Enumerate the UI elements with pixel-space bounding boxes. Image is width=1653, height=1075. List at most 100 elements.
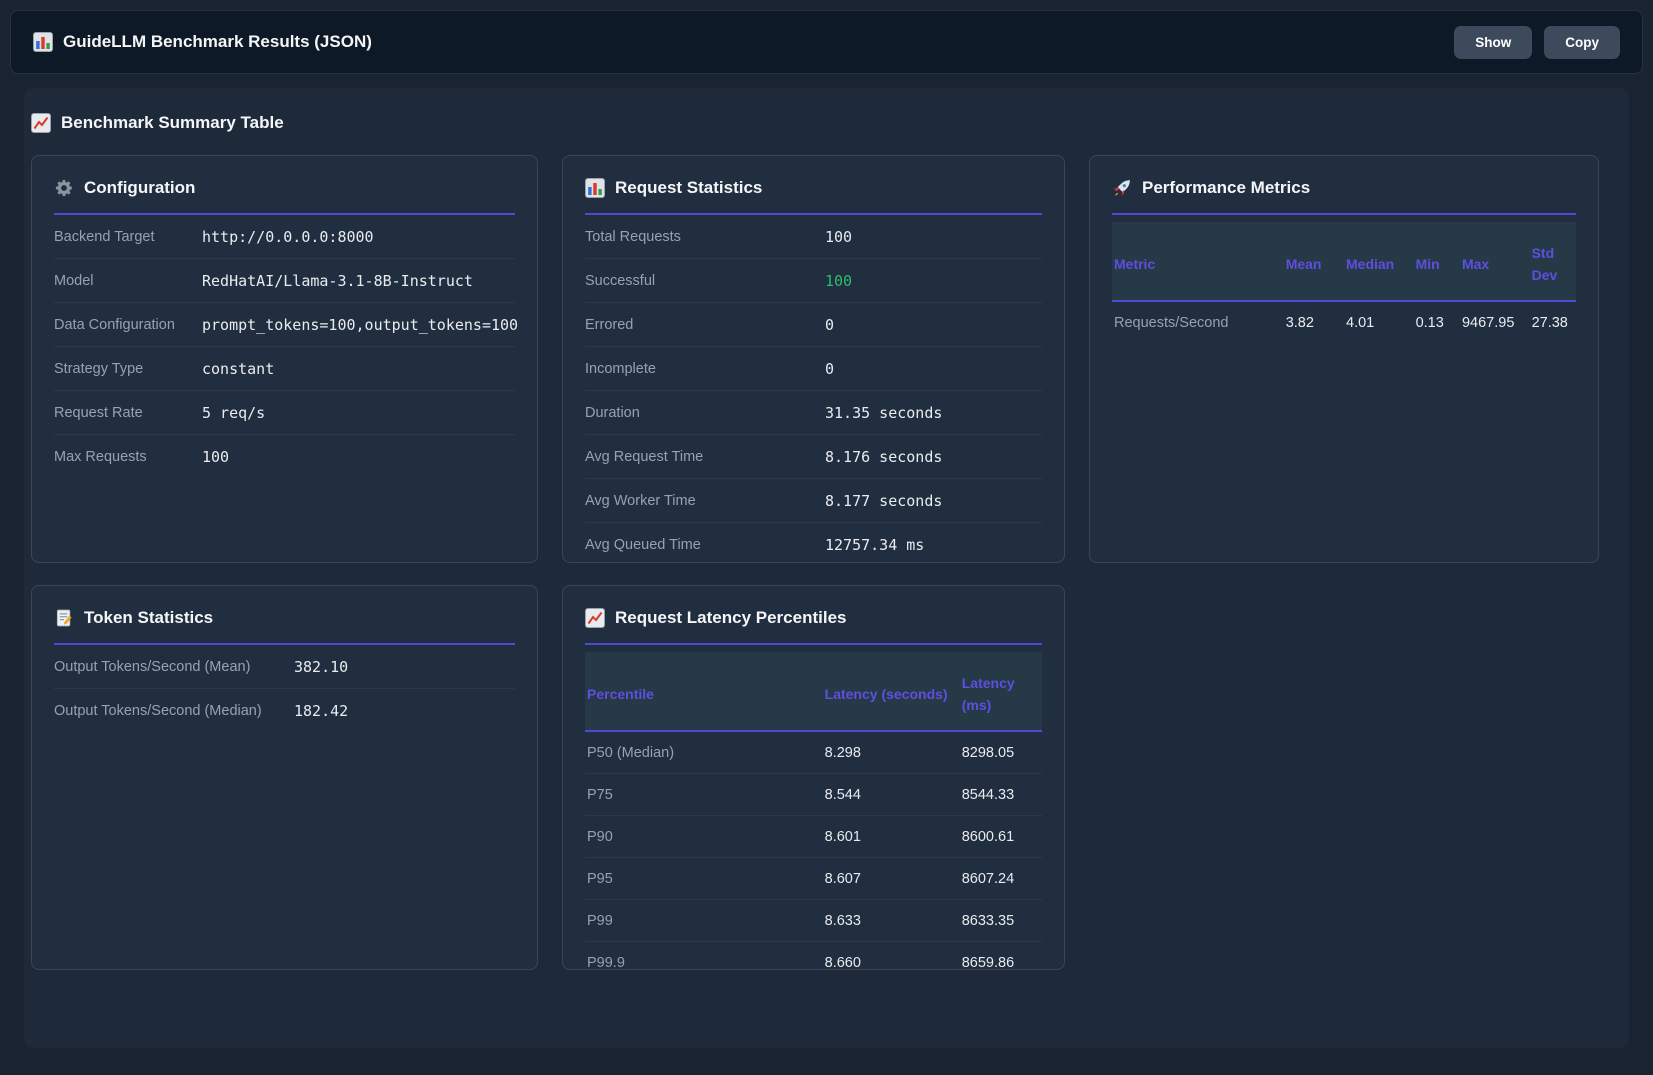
latency-percentiles-card-title: Request Latency Percentiles	[585, 608, 1042, 645]
row-label: Incomplete	[585, 361, 825, 377]
header-bar: GuideLLM Benchmark Results (JSON) Show C…	[10, 10, 1643, 74]
copy-button[interactable]: Copy	[1544, 26, 1620, 59]
percentile-name: P50 (Median)	[585, 731, 823, 774]
latency-ms: 8633.35	[960, 900, 1042, 942]
percentile-name: P95	[585, 858, 823, 900]
configuration-rows: Backend Target http://0.0.0.0:8000 Model…	[54, 215, 515, 478]
latency-seconds: 8.660	[823, 942, 960, 984]
stat-row-errored: Errored 0	[585, 303, 1042, 347]
row-value: 8.176 seconds	[825, 448, 1042, 466]
card-performance-metrics: Performance Metrics Metric Mean Median M…	[1089, 155, 1599, 563]
latency-seconds: 8.298	[823, 731, 960, 774]
bar-chart-icon	[585, 178, 605, 198]
latency-percentiles-table: Percentile Latency (seconds) Latency (ms…	[585, 645, 1042, 983]
bar-chart-icon	[33, 32, 53, 52]
row-value-success: 100	[825, 272, 1042, 290]
table-row-requests-per-second: Requests/Second 3.82 4.01 0.13 9467.95 2…	[1112, 301, 1576, 343]
latency-ms: 8600.61	[960, 816, 1042, 858]
section-title: Benchmark Summary Table	[31, 110, 1622, 136]
latency-seconds: 8.633	[823, 900, 960, 942]
rocket-icon	[1112, 178, 1132, 198]
table-row-p99: P99 8.633 8633.35	[585, 900, 1042, 942]
card-request-statistics: Request Statistics Total Requests 100 Su…	[562, 155, 1065, 563]
config-row-data-configuration: Data Configuration prompt_tokens=100,out…	[54, 303, 515, 347]
row-label: Output Tokens/Second (Median)	[54, 703, 294, 719]
stat-row-avg-queued-time: Avg Queued Time 12757.34 ms	[585, 523, 1042, 566]
row-value: 100	[202, 448, 515, 466]
token-row-median: Output Tokens/Second (Median) 182.42	[54, 689, 515, 732]
row-label: Model	[54, 273, 202, 289]
row-value: 382.10	[294, 658, 515, 676]
content-panel: Benchmark Summary Table Configuration Ba…	[24, 88, 1629, 1048]
column-header-latency-ms: Latency (ms)	[960, 652, 1042, 731]
latency-seconds: 8.544	[823, 774, 960, 816]
row-label: Max Requests	[54, 449, 202, 465]
latency-ms: 8298.05	[960, 731, 1042, 774]
column-header-median: Median	[1344, 222, 1414, 301]
percentile-name: P99.9	[585, 942, 823, 984]
row-value: 100	[825, 228, 1042, 246]
column-header-percentile: Percentile	[585, 652, 823, 731]
column-header-mean: Mean	[1284, 222, 1344, 301]
config-row-strategy-type: Strategy Type constant	[54, 347, 515, 391]
row-value: 182.42	[294, 702, 515, 720]
percentile-name: P75	[585, 774, 823, 816]
card-configuration: Configuration Backend Target http://0.0.…	[31, 155, 538, 563]
card-title-text: Configuration	[84, 178, 195, 198]
row-label: Avg Request Time	[585, 449, 825, 465]
header-actions: Show Copy	[1454, 26, 1620, 59]
row-value: RedHatAI/Llama-3.1-8B-Instruct	[202, 272, 515, 290]
cards-grid: Configuration Backend Target http://0.0.…	[31, 155, 1622, 970]
stat-row-duration: Duration 31.35 seconds	[585, 391, 1042, 435]
table-header-row: Percentile Latency (seconds) Latency (ms…	[585, 652, 1042, 731]
row-value: 5 req/s	[202, 404, 515, 422]
config-row-max-requests: Max Requests 100	[54, 435, 515, 478]
row-value: 12757.34 ms	[825, 536, 1042, 554]
metric-min: 0.13	[1414, 301, 1460, 343]
column-header-std-dev: Std Dev	[1530, 222, 1576, 301]
memo-icon	[54, 608, 74, 628]
row-label: Total Requests	[585, 229, 825, 245]
table-row-p90: P90 8.601 8600.61	[585, 816, 1042, 858]
performance-metrics-table: Metric Mean Median Min Max Std Dev Reque…	[1112, 215, 1576, 343]
latency-ms: 8544.33	[960, 774, 1042, 816]
table-row-p75: P75 8.544 8544.33	[585, 774, 1042, 816]
row-value: constant	[202, 360, 515, 378]
latency-ms: 8607.24	[960, 858, 1042, 900]
latency-seconds: 8.601	[823, 816, 960, 858]
row-label: Duration	[585, 405, 825, 421]
row-value: 0	[825, 316, 1042, 334]
metric-name: Requests/Second	[1112, 301, 1284, 343]
percentile-name: P90	[585, 816, 823, 858]
line-chart-icon	[585, 608, 605, 628]
stat-row-avg-request-time: Avg Request Time 8.176 seconds	[585, 435, 1042, 479]
table-row-p95: P95 8.607 8607.24	[585, 858, 1042, 900]
card-token-statistics: Token Statistics Output Tokens/Second (M…	[31, 585, 538, 970]
line-chart-icon	[31, 113, 51, 133]
row-label: Data Configuration	[54, 317, 202, 333]
table-row-p50: P50 (Median) 8.298 8298.05	[585, 731, 1042, 774]
card-title-text: Request Latency Percentiles	[615, 608, 846, 628]
config-row-model: Model RedHatAI/Llama-3.1-8B-Instruct	[54, 259, 515, 303]
metric-mean: 3.82	[1284, 301, 1344, 343]
stat-row-incomplete: Incomplete 0	[585, 347, 1042, 391]
stat-row-avg-worker-time: Avg Worker Time 8.177 seconds	[585, 479, 1042, 523]
row-label: Successful	[585, 273, 825, 289]
stat-row-total-requests: Total Requests 100	[585, 215, 1042, 259]
row-value: http://0.0.0.0:8000	[202, 228, 515, 246]
row-label: Request Rate	[54, 405, 202, 421]
show-button[interactable]: Show	[1454, 26, 1532, 59]
token-statistics-rows: Output Tokens/Second (Mean) 382.10 Outpu…	[54, 645, 515, 732]
table-row-p99-9: P99.9 8.660 8659.86	[585, 942, 1042, 984]
token-row-mean: Output Tokens/Second (Mean) 382.10	[54, 645, 515, 689]
row-label: Avg Queued Time	[585, 537, 825, 553]
page-title: GuideLLM Benchmark Results (JSON)	[63, 32, 372, 52]
request-statistics-rows: Total Requests 100 Successful 100 Errore…	[585, 215, 1042, 566]
gear-icon	[54, 178, 74, 198]
card-title-text: Request Statistics	[615, 178, 762, 198]
latency-seconds: 8.607	[823, 858, 960, 900]
performance-metrics-card-title: Performance Metrics	[1112, 178, 1576, 215]
stat-row-successful: Successful 100	[585, 259, 1042, 303]
token-statistics-card-title: Token Statistics	[54, 608, 515, 645]
row-value: prompt_tokens=100,output_tokens=100	[202, 316, 518, 334]
